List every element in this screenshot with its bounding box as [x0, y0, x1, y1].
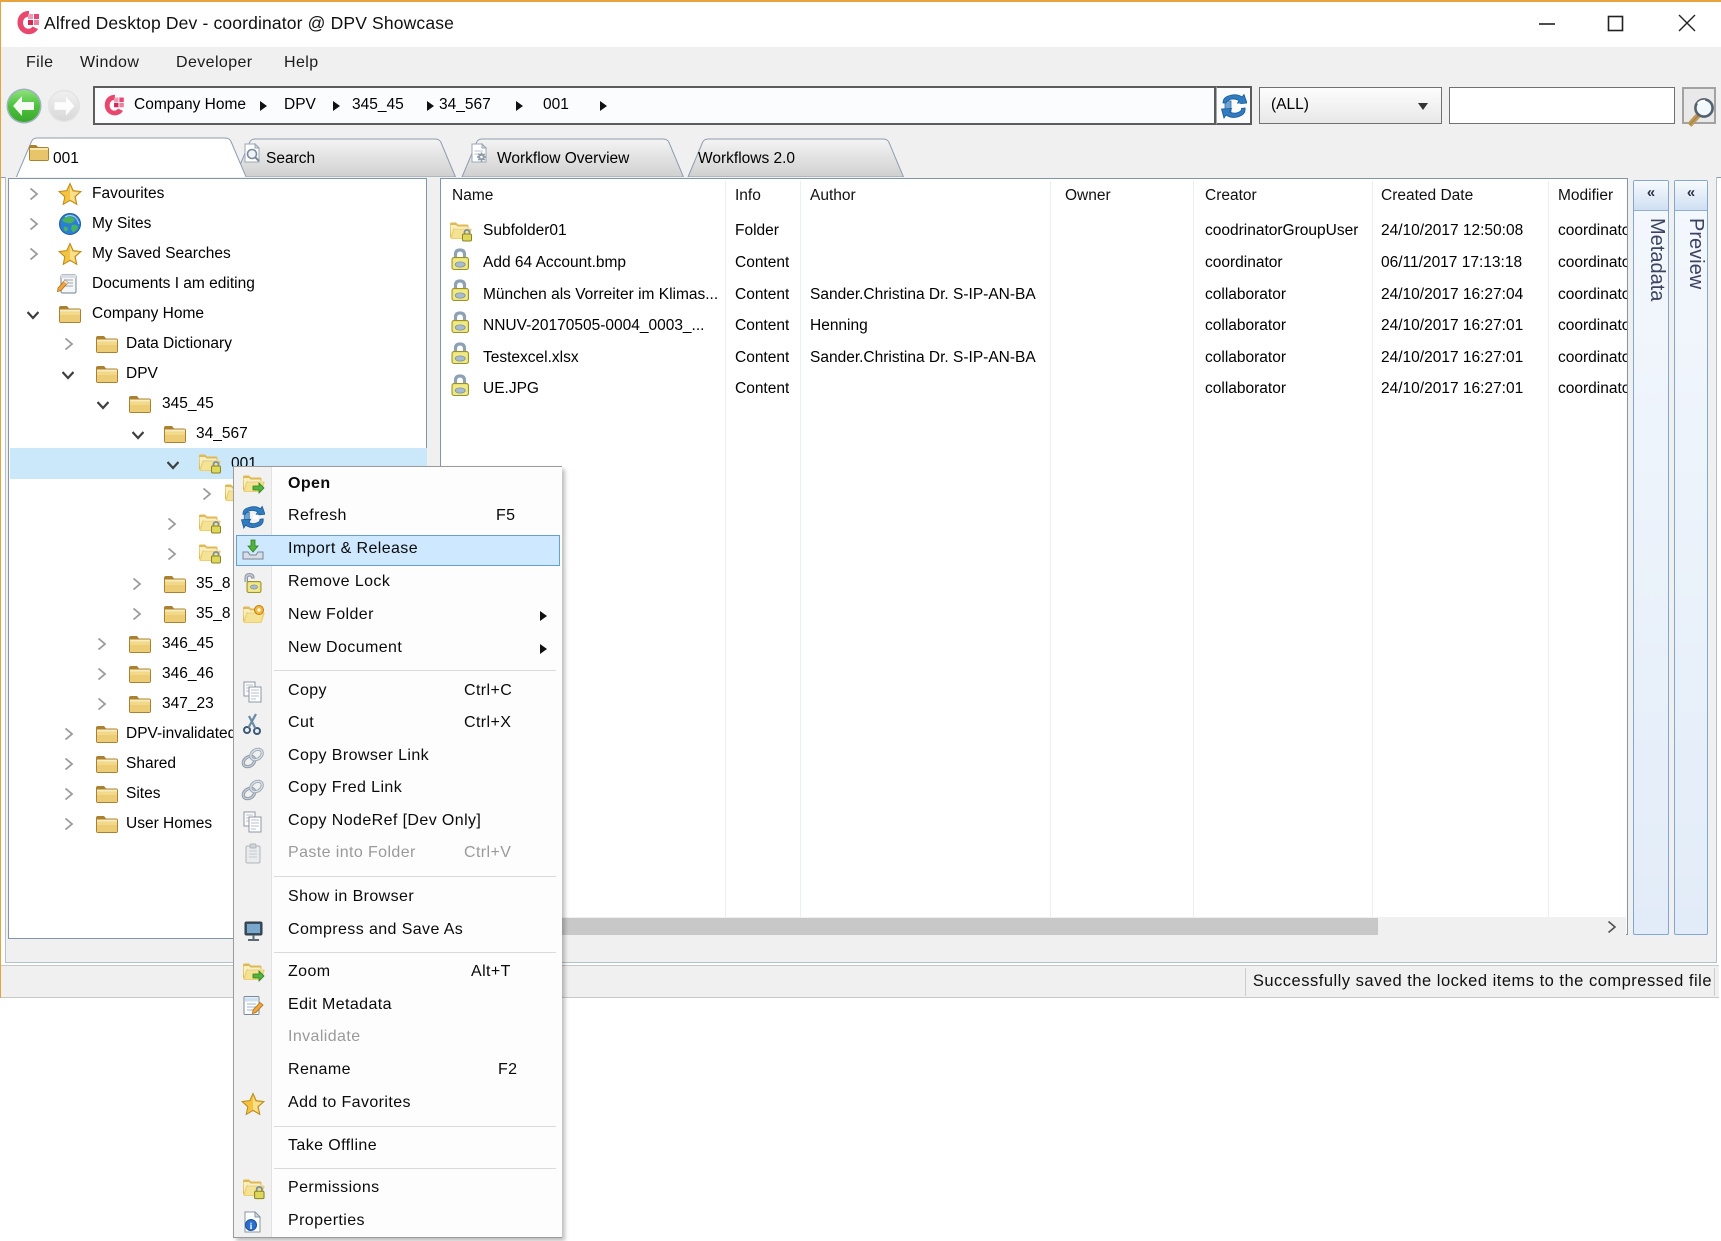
svg-text:Search: Search	[266, 150, 315, 167]
svg-text:Workflows 2.0: Workflows 2.0	[698, 150, 795, 167]
svg-text:Workflow Overview: Workflow Overview	[497, 150, 630, 167]
svg-text:001: 001	[53, 150, 79, 167]
